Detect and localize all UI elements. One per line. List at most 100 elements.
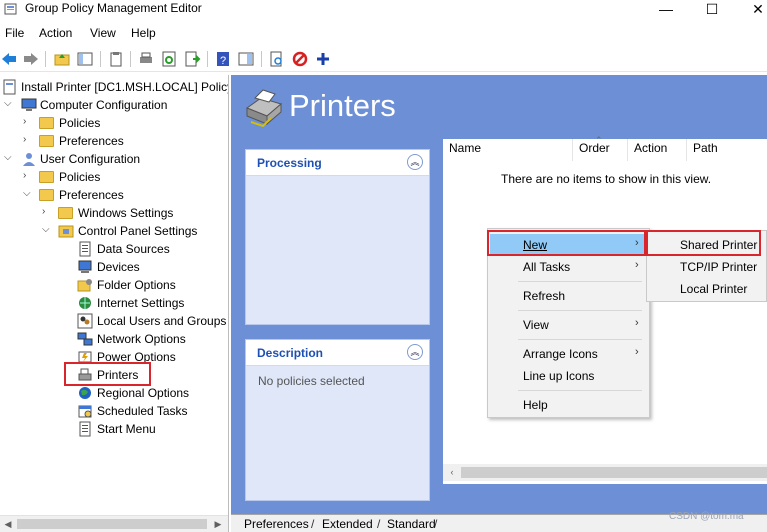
tab-divider: /: [311, 517, 315, 531]
gpo-editor-icon: [4, 3, 17, 15]
folder-icon: [39, 117, 54, 129]
gpo-document-icon: [3, 79, 16, 95]
start-menu-icon: [79, 421, 91, 437]
user-icon: [23, 153, 35, 166]
title-bar: Group Policy Management Editor — ☐ ✕: [0, 0, 767, 20]
column-header-path[interactable]: Path: [693, 141, 718, 155]
menu-item-label: All Tasks: [523, 260, 571, 274]
scrollbar-thumb[interactable]: [17, 519, 207, 529]
menu-item-all-tasks[interactable]: All Tasks ›: [490, 256, 647, 278]
chevron-right-icon: ›: [635, 259, 639, 271]
refresh-icon[interactable]: [160, 50, 178, 68]
menu-view[interactable]: View: [90, 26, 116, 40]
close-button[interactable]: ✕: [735, 0, 767, 20]
chevron-down-icon[interactable]: ⌵: [23, 188, 33, 200]
column-separator[interactable]: [572, 139, 573, 161]
menu-item-help[interactable]: Help: [490, 394, 647, 416]
menu-help[interactable]: Help: [131, 26, 156, 40]
tree-item-label: Devices: [97, 260, 140, 274]
collapse-icon[interactable]: ︽: [407, 344, 423, 360]
tree-item-label: Internet Settings: [97, 296, 185, 310]
menu-item-label: Refresh: [523, 289, 566, 303]
scroll-left-icon[interactable]: ‹: [446, 466, 458, 478]
submenu-item-tcpip-printer[interactable]: TCP/IP Printer: [649, 256, 765, 278]
column-header-action[interactable]: Action: [634, 141, 667, 155]
tree-root-label: Install Printer [DC1.MSH.LOCAL] Policy: [21, 80, 229, 94]
menu-bar: File Action View Help: [0, 24, 767, 44]
folder-icon: [58, 207, 73, 219]
minimize-button[interactable]: —: [643, 0, 689, 20]
menu-item-view[interactable]: View ›: [490, 314, 647, 336]
pane-header-title: Printers: [289, 88, 396, 123]
scroll-left-icon[interactable]: ◀: [2, 518, 14, 530]
menu-item-label: Line up Icons: [523, 369, 595, 383]
control-panel-folder-icon: [58, 225, 74, 238]
tree-horizontal-scrollbar[interactable]: ◀ ▶: [0, 515, 228, 532]
tab-standard[interactable]: Standard: [387, 515, 436, 532]
menu-file[interactable]: File: [5, 26, 24, 40]
menu-separator: [518, 339, 642, 340]
help-icon[interactable]: ?: [214, 50, 232, 68]
tree-item-label: Data Sources: [97, 242, 170, 256]
chevron-down-icon[interactable]: ⌵: [42, 224, 52, 236]
chevron-right-icon[interactable]: ›: [23, 134, 33, 146]
scrollbar-thumb[interactable]: [461, 467, 767, 478]
menu-item-arrange-icons[interactable]: Arrange Icons ›: [490, 343, 647, 365]
submenu-item-local-printer[interactable]: Local Printer: [649, 278, 765, 300]
tree-item-label: Policies: [59, 170, 101, 184]
menu-item-label: Help: [523, 398, 548, 412]
menu-item-refresh[interactable]: Refresh: [490, 285, 647, 307]
network-icon: [77, 332, 93, 346]
empty-list-message: There are no items to show in this view.: [501, 172, 712, 186]
processing-title: Processing: [257, 156, 322, 170]
chevron-right-icon[interactable]: ›: [42, 206, 52, 218]
column-separator[interactable]: [627, 139, 628, 161]
forward-icon[interactable]: [22, 50, 40, 68]
console-tree: Install Printer [DC1.MSH.LOCAL] Policy ⌵…: [0, 75, 229, 532]
list-horizontal-scrollbar[interactable]: ‹: [443, 464, 767, 481]
add-icon[interactable]: [314, 50, 332, 68]
globe-icon: [79, 387, 91, 399]
description-panel-header: Description ︽: [246, 340, 429, 366]
properties-pane-icon[interactable]: [237, 50, 255, 68]
maximize-button[interactable]: ☐: [689, 0, 735, 20]
menu-item-label: Arrange Icons: [523, 347, 598, 361]
tree-item-label: Regional Options: [97, 386, 190, 400]
export-list-icon[interactable]: [183, 50, 201, 68]
up-folder-icon[interactable]: [53, 50, 71, 68]
submenu-item-label: Local Printer: [680, 282, 748, 296]
processing-panel: Processing ︽: [245, 149, 430, 325]
chevron-right-icon: ›: [635, 317, 639, 329]
chevron-down-icon[interactable]: ⌵: [4, 98, 14, 110]
description-text: No policies selected: [258, 374, 365, 388]
column-separator[interactable]: [686, 139, 687, 161]
chevron-down-icon[interactable]: ⌵: [4, 152, 14, 164]
tree-item-label: Policies: [59, 116, 101, 130]
back-icon[interactable]: [0, 50, 18, 68]
toolbar-separator: [207, 51, 208, 67]
menu-separator: [518, 390, 642, 391]
print-icon[interactable]: [137, 50, 155, 68]
tree-item-label: Computer Configuration: [40, 98, 168, 112]
toolbar-separator: [45, 51, 46, 67]
collapse-icon[interactable]: ︽: [407, 154, 423, 170]
chevron-right-icon[interactable]: ›: [23, 170, 33, 182]
stop-icon[interactable]: [291, 50, 309, 68]
chevron-right-icon[interactable]: ›: [23, 116, 33, 128]
scroll-right-icon[interactable]: ▶: [212, 518, 224, 530]
tree-item-label: Preferences: [59, 188, 124, 202]
tree-item-label: User Configuration: [40, 152, 141, 166]
tab-extended[interactable]: Extended: [322, 515, 373, 532]
computer-icon: [21, 98, 37, 111]
menu-action[interactable]: Action: [39, 26, 72, 40]
column-header-name[interactable]: Name: [449, 141, 481, 155]
menu-item-line-up-icons[interactable]: Line up Icons: [490, 365, 647, 387]
tab-preferences[interactable]: Preferences: [244, 515, 309, 532]
show-hide-tree-icon[interactable]: [76, 50, 94, 68]
menu-separator: [518, 281, 642, 282]
clipboard-icon[interactable]: [107, 50, 125, 68]
users-icon: [77, 313, 93, 329]
search-document-icon[interactable]: [268, 50, 286, 68]
sort-caret-icon: ⌃: [595, 135, 603, 145]
description-panel: Description ︽ No policies selected: [245, 339, 430, 501]
